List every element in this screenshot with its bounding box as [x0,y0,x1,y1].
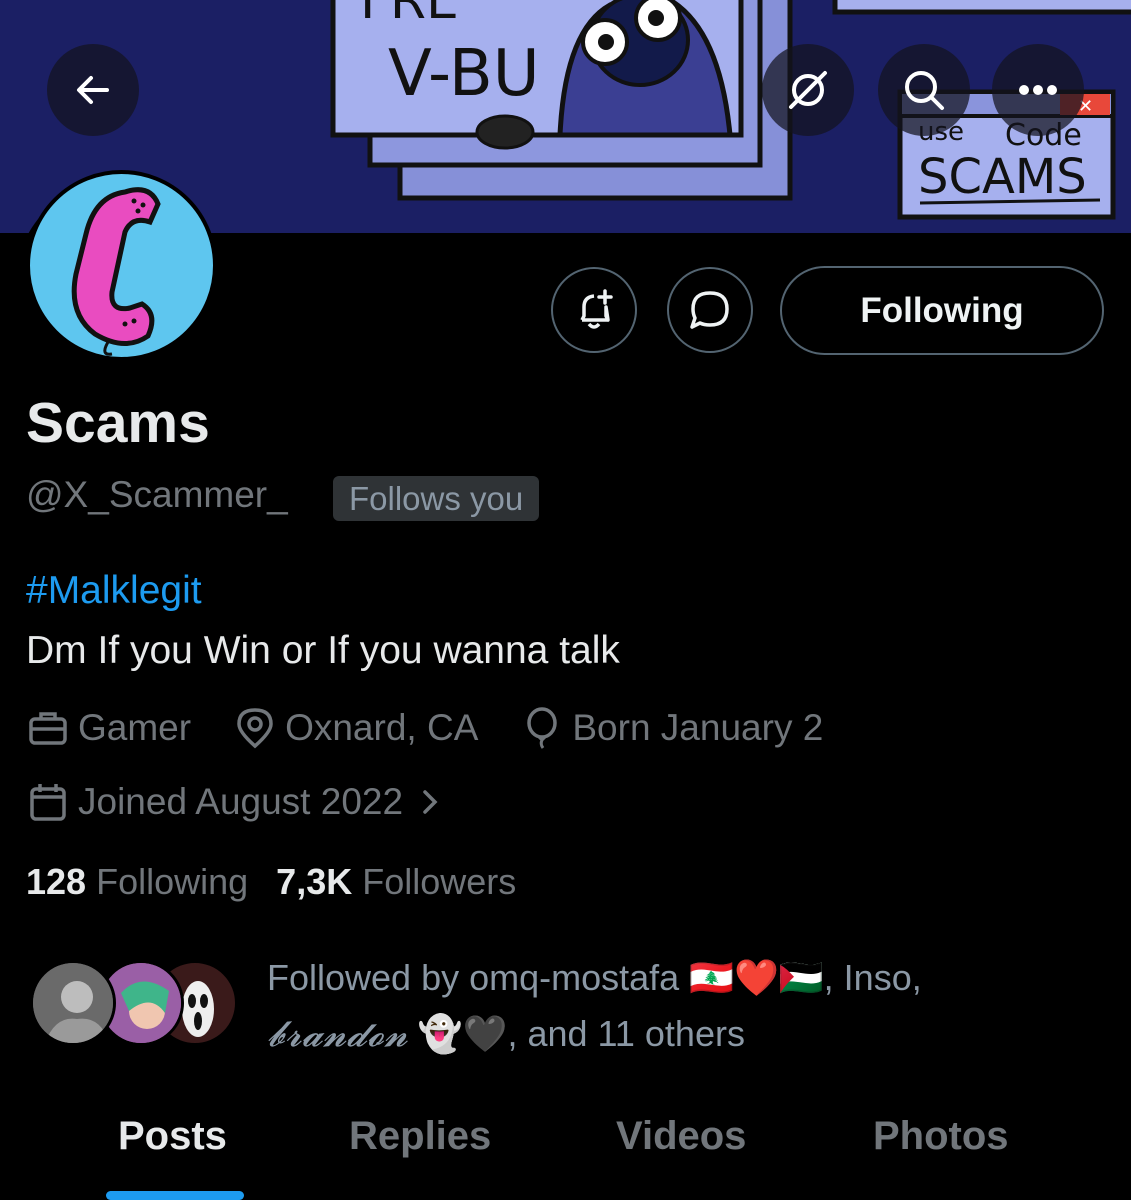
joined-text: Joined August 2022 [78,781,404,822]
person-avatar-icon [33,963,113,1043]
profile-tabs: Posts Replies Videos Photos [0,1100,1131,1200]
message-button[interactable] [667,267,753,353]
tab-replies[interactable]: Replies [349,1114,491,1159]
code-window-scams: SCAMS [918,149,1087,205]
tab-photos[interactable]: Photos [873,1114,1009,1159]
banner-sign-top-text: FRE [360,0,459,31]
search-icon [905,71,944,110]
more-button[interactable] [992,44,1084,136]
following-count-label: Following [96,861,249,902]
location-item: Oxnard, CA [233,706,478,750]
birthday-text: Born January 2 [572,707,824,748]
joined-row[interactable]: Joined August 2022 [26,780,495,824]
banner-sign-text: V-BU [388,37,540,111]
balloon-icon [527,707,558,749]
followed-by-prefix: Followed by omq-mostafa [267,957,680,998]
slash-circle-icon [789,71,827,109]
profession-text: Gamer [78,707,192,748]
profile-name: Scams [26,391,210,455]
followers-count: 7,3K [276,861,353,902]
followed-by-emojis-2: 👻🖤 [417,1013,508,1054]
back-button[interactable] [47,44,139,136]
grok-button[interactable] [762,44,854,136]
bio-hashtag-link[interactable]: #Malklegit [26,569,202,613]
profile-meta-row: Gamer Oxnard, CA Born January 2 [26,706,865,750]
location-pin-icon [237,708,273,749]
profession-item: Gamer [26,706,191,750]
search-button[interactable] [878,44,970,136]
following-button[interactable]: Following [780,266,1104,355]
bell-plus-icon [580,289,613,329]
following-count: 128 [26,861,87,902]
followed-by-name-3: 𝓫𝓻𝓪𝓷𝓭𝓸𝓷 [267,1014,408,1055]
followed-by-emojis-1: 🇱🇧❤️🇵🇸 [689,957,824,998]
follows-you-badge: Follows you [333,476,540,521]
avatar[interactable] [26,170,217,361]
followers-count-label: Followers [362,861,517,902]
follow-counts: 128 Following 7,3K Followers [26,861,544,903]
follower-avatar-1[interactable] [30,960,116,1046]
following-count-link[interactable]: 128 Following [26,861,248,903]
location-text: Oxnard, CA [285,707,479,748]
chevron-right-icon [423,790,438,814]
birthday-item: Born January 2 [520,706,823,750]
profile-bio: Dm If you Win or If you wanna talk [26,629,620,672]
followers-count-link[interactable]: 7,3K Followers [276,861,516,903]
message-bubble-icon [690,291,729,329]
tab-posts[interactable]: Posts [118,1114,227,1159]
more-icon [1019,85,1057,95]
phone-icon [71,187,161,356]
followed-by-suffix: , and 11 others [507,1013,745,1054]
arrow-left-icon [77,76,109,104]
calendar-icon [30,784,66,821]
active-tab-indicator [106,1191,244,1200]
notify-button[interactable] [551,267,637,353]
profile-handle: @X_Scammer_ [26,474,288,515]
briefcase-icon [29,712,67,745]
joined-item[interactable]: Joined August 2022 [26,780,453,824]
followed-by-name-2: , Inso, [823,957,922,998]
tab-videos[interactable]: Videos [616,1114,746,1159]
followed-by-text[interactable]: Followed by omq-mostafa 🇱🇧❤️🇵🇸, Inso, 𝓫𝓻… [267,950,1027,1063]
